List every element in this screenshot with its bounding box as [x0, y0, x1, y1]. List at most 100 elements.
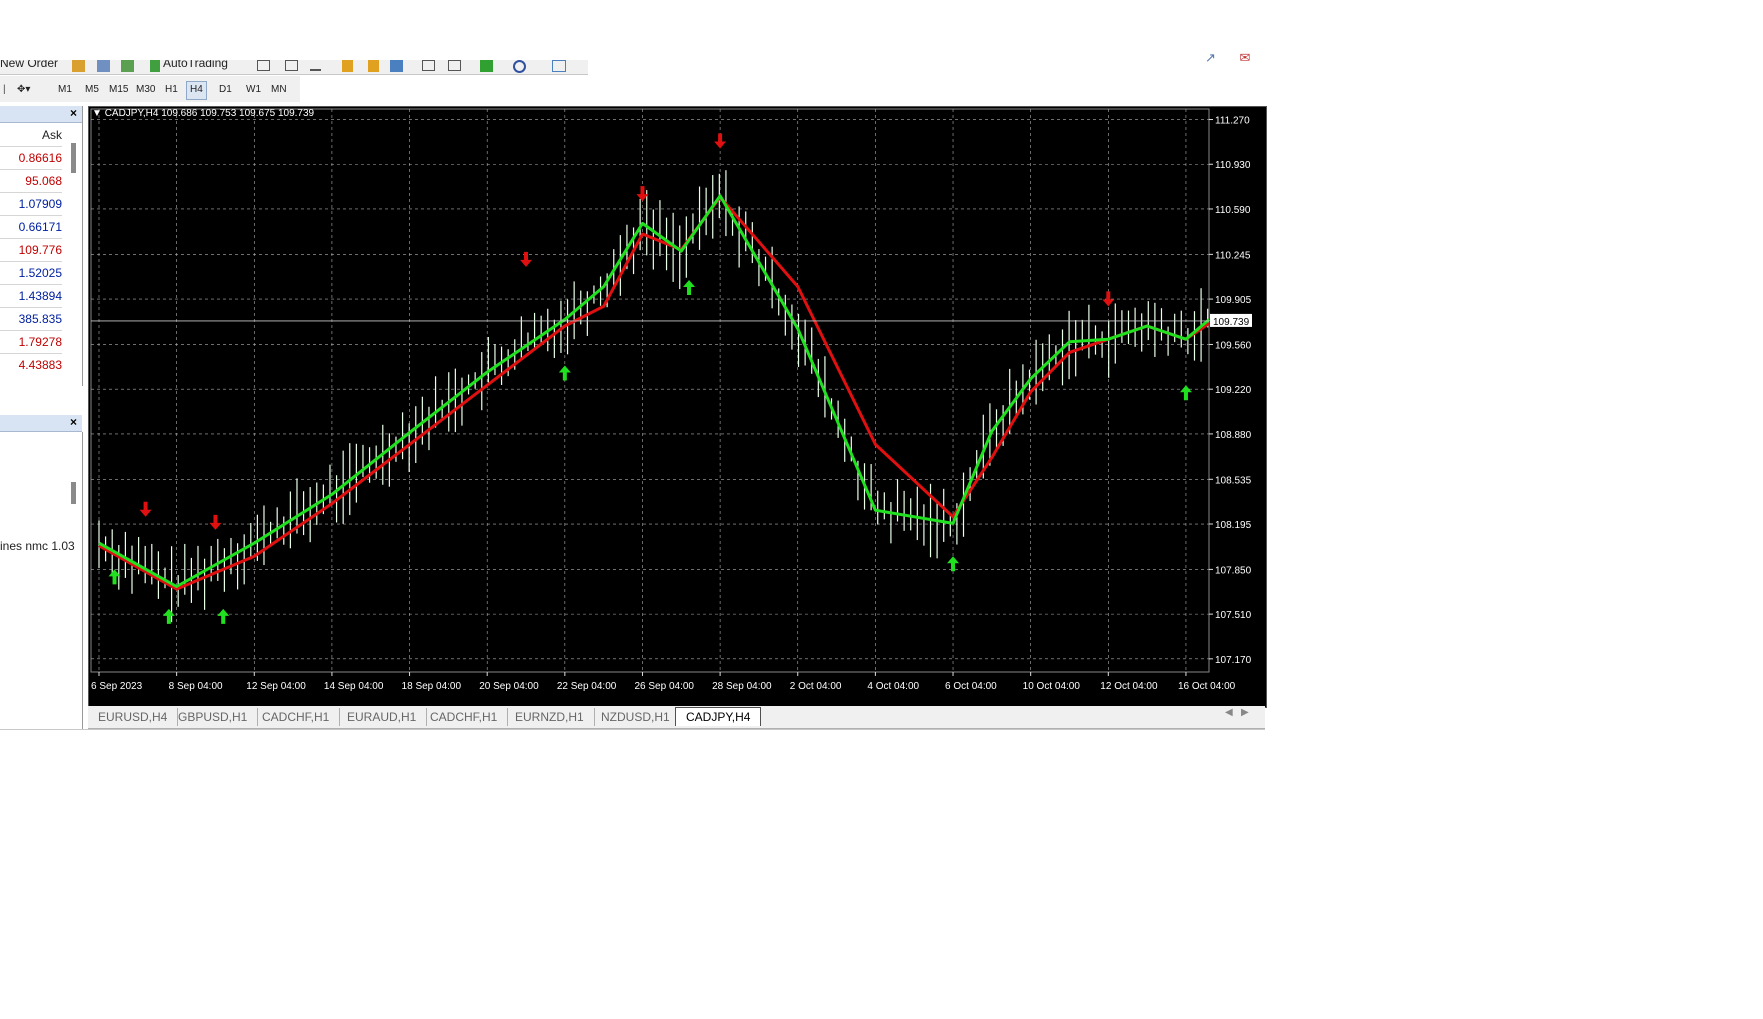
y-tick-label: 107.850	[1215, 565, 1252, 576]
chart-tab[interactable]: EURNZD,H1	[505, 708, 595, 726]
shift-icon[interactable]	[448, 60, 461, 71]
plot-area	[90, 108, 1210, 673]
new-order-button[interactable]: New Order	[0, 60, 58, 70]
chart-tab[interactable]: EURUSD,H4	[88, 708, 179, 726]
quote-ask-value[interactable]: 385.835	[0, 307, 62, 330]
sell-arrow-icon	[714, 133, 727, 149]
close-icon[interactable]: ×	[70, 415, 77, 429]
chart-tab[interactable]: CADJPY,H4	[675, 707, 762, 726]
indicators-icon[interactable]	[480, 60, 493, 72]
navigator-panel	[0, 432, 83, 730]
y-tick-label: 108.880	[1215, 430, 1252, 441]
slow-ma-line	[98, 195, 1211, 591]
separator-icon: |	[3, 84, 6, 95]
x-tick-label: 6 Oct 04:00	[945, 681, 997, 692]
timeframe-mn[interactable]: MN	[268, 81, 290, 98]
y-tick-label: 109.560	[1215, 340, 1252, 351]
collapse-icon[interactable]: ▼	[92, 108, 102, 119]
quote-ask-value[interactable]: 109.776	[0, 238, 62, 261]
chart-tab[interactable]: NZDUSD,H1	[591, 708, 681, 726]
quote-ask-value[interactable]: 1.79278	[0, 330, 62, 353]
quote-ask-value[interactable]: 4.43883	[0, 353, 62, 376]
templates-icon[interactable]	[552, 60, 566, 72]
tab-scroll-arrows[interactable]: ◀ ▶	[1225, 707, 1249, 718]
x-tick-label: 12 Sep 04:00	[246, 681, 306, 692]
tools-dropdown-icon[interactable]: ✥▾	[14, 81, 33, 98]
timeframe-m30[interactable]: M30	[133, 81, 158, 98]
navigator-header: ×	[0, 415, 82, 432]
y-tick-label: 108.195	[1215, 520, 1252, 531]
buy-arrow-icon	[162, 608, 175, 624]
x-tick-label: 8 Sep 04:00	[169, 681, 223, 692]
window-icons: ↗ ✉	[1205, 50, 1250, 66]
chart-tab[interactable]: GBPUSD,H1	[168, 708, 259, 726]
y-tick-label: 109.220	[1215, 385, 1252, 396]
y-tick-label: 110.590	[1215, 205, 1251, 216]
y-tick-label: 109.905	[1215, 295, 1252, 306]
sell-arrow-icon	[139, 501, 152, 517]
y-tick-label: 110.245	[1215, 250, 1251, 261]
arrow-icon[interactable]: ↗	[1205, 50, 1216, 65]
y-tick-label: 110.930	[1215, 160, 1251, 171]
navigator-item[interactable]: ines nmc 1.03	[0, 539, 75, 553]
quote-ask-value[interactable]: 1.43894	[0, 284, 62, 307]
scrollbar-thumb[interactable]	[71, 482, 76, 504]
sell-arrow-icon	[209, 514, 222, 530]
tile-icon[interactable]	[390, 60, 403, 72]
x-tick-label: 14 Sep 04:00	[324, 681, 384, 692]
quote-ask-value[interactable]: 95.068	[0, 169, 62, 192]
timeframe-w1[interactable]: W1	[243, 81, 264, 98]
timeframe-m15[interactable]: M15	[106, 81, 131, 98]
x-tick-label: 28 Sep 04:00	[712, 681, 772, 692]
divider	[0, 729, 1265, 730]
quote-ask-value[interactable]: 0.66171	[0, 215, 62, 238]
ask-column-header[interactable]: Ask	[0, 125, 62, 145]
profiles-icon[interactable]	[121, 60, 134, 72]
current-price-label: 109.739	[1213, 317, 1250, 328]
timeframe-d1[interactable]: D1	[216, 81, 235, 98]
market-watch-header: ×	[0, 106, 82, 123]
zoom-in-icon[interactable]	[342, 60, 353, 72]
quote-ask-value[interactable]: 0.86616	[0, 146, 62, 169]
quote-ask-value[interactable]: 1.07909	[0, 192, 62, 215]
chart-tab[interactable]: CADCHF,H1	[420, 708, 509, 726]
quote-ask-value[interactable]: 1.52025	[0, 261, 62, 284]
x-tick-label: 18 Sep 04:00	[402, 681, 462, 692]
x-tick-label: 12 Oct 04:00	[1100, 681, 1158, 692]
autotrading-button[interactable]: AutoTrading	[163, 60, 228, 70]
order-icon[interactable]	[72, 60, 85, 72]
timeframe-m5[interactable]: M5	[82, 81, 102, 98]
chart-tab[interactable]: EURAUD,H1	[337, 708, 428, 726]
x-tick-label: 20 Sep 04:00	[479, 681, 539, 692]
autotrading-icon[interactable]	[150, 60, 160, 72]
price-chart[interactable]: 111.270 110.930 110.590 110.245 109.905 109.5…	[89, 107, 1265, 707]
refresh-icon[interactable]	[513, 60, 526, 73]
x-tick-label: 22 Sep 04:00	[557, 681, 617, 692]
chart-title: ▼ CADJPY,H4 109.686 109.753 109.675 109.…	[92, 108, 314, 119]
x-tick-label: 10 Oct 04:00	[1023, 681, 1081, 692]
period-icon[interactable]	[285, 60, 298, 71]
x-tick-label: 6 Sep 2023	[91, 681, 143, 692]
y-tick-label: 107.170	[1215, 655, 1252, 666]
scrollbar-thumb[interactable]	[71, 143, 76, 173]
x-tick-label: 26 Sep 04:00	[634, 681, 694, 692]
timeframe-h4[interactable]: H4	[186, 81, 207, 100]
buy-arrow-icon	[683, 280, 696, 296]
alert-icon[interactable]: ✉	[1240, 50, 1251, 65]
timeframe-h1[interactable]: H1	[162, 81, 181, 98]
chart-tabs: EURUSD,H4 GBPUSD,H1 CADCHF,H1 EURAUD,H1 CADC…	[88, 706, 1265, 729]
buy-arrow-icon	[217, 608, 230, 624]
buy-arrow-icon	[1179, 385, 1192, 401]
zoom-out-icon[interactable]	[368, 60, 379, 72]
crosshair-icon[interactable]	[257, 60, 270, 71]
scroll-icon[interactable]	[422, 60, 435, 71]
timeframe-bar: | ✥▾ M1 M5 M15 M30 H1 H4 D1 W1 MN	[0, 76, 300, 102]
chart-tab[interactable]: CADCHF,H1	[252, 708, 341, 726]
chart-title-text: CADJPY,H4 109.686 109.753 109.675 109.73…	[104, 108, 315, 119]
timeframe-m1[interactable]: M1	[55, 81, 75, 98]
main-toolbar: New Order AutoTrading	[0, 60, 588, 75]
x-tick-label: 2 Oct 04:00	[790, 681, 842, 692]
open-icon[interactable]	[97, 60, 110, 72]
close-icon[interactable]: ×	[70, 106, 77, 120]
line-icon[interactable]	[310, 60, 321, 71]
